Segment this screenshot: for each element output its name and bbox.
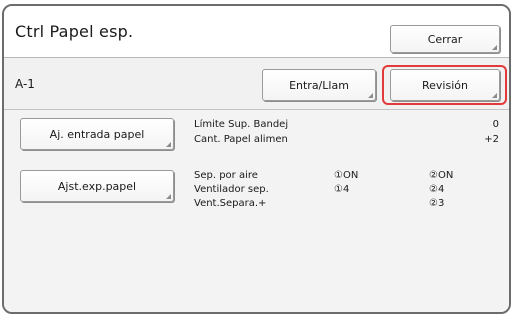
close-button[interactable]: Cerrar — [390, 25, 500, 53]
feed-row-value: +2 — [484, 134, 499, 145]
paper-ejection-adjust-button[interactable]: Ajst.exp.papel — [20, 170, 174, 202]
paper-feed-adjust-button[interactable]: Aj. entrada papel — [20, 118, 174, 150]
ejection-row-label: Ventilador sep. — [194, 184, 269, 195]
ejection-row-label: Sep. por aire — [194, 170, 258, 181]
title-bar: Ctrl Papel esp. Cerrar — [4, 6, 509, 58]
ejection-row-value-2: ②3 — [429, 198, 445, 209]
feed-row-label: Límite Sup. Bandej — [194, 119, 289, 130]
ejection-row-value-2: ②ON — [429, 170, 454, 181]
paper-control-window: Ctrl Papel esp. Cerrar A-1 Entra/Llam Re… — [2, 4, 511, 314]
page-title: Ctrl Papel esp. — [15, 22, 134, 41]
review-button[interactable]: Revisión — [390, 69, 500, 101]
ejection-row-label: Vent.Separa.+ — [194, 198, 267, 209]
ejection-row-value-1: ①ON — [334, 170, 359, 181]
entry-recall-button[interactable]: Entra/Llam — [262, 69, 376, 101]
settings-panel: Aj. entrada papel Límite Sup. Bandej 0 C… — [4, 110, 509, 312]
ejection-row-value-2: ②4 — [429, 184, 445, 195]
profile-row: A-1 Entra/Llam Revisión — [4, 58, 509, 110]
ejection-row-value-1: ①4 — [334, 184, 350, 195]
feed-row-label: Cant. Papel alimen — [194, 134, 288, 145]
feed-row-value: 0 — [492, 119, 499, 130]
profile-id: A-1 — [15, 77, 35, 91]
